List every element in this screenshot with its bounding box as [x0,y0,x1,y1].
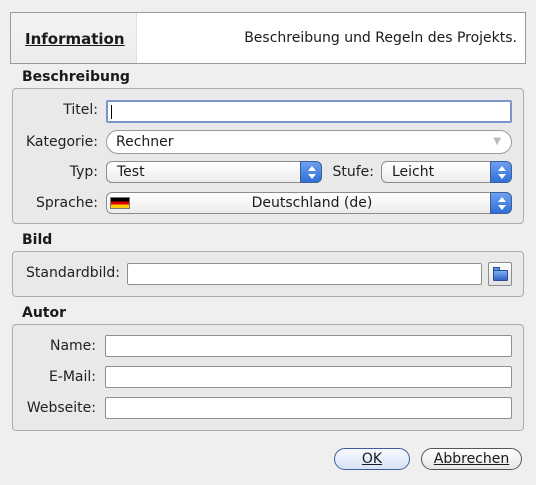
tab-information-label: Information [25,30,125,48]
level-value: Leicht [392,164,435,180]
section-title-bild: Bild [22,232,53,248]
category-value: Rechner [116,134,174,150]
cancel-button[interactable]: Abbrechen [421,448,522,470]
browse-image-button[interactable] [488,262,512,286]
cancel-button-label: Abbrechen [433,451,510,467]
language-label: Sprache: [35,195,98,211]
type-label: Typ: [69,164,98,180]
chevron-down-icon[interactable]: ▼ [493,136,501,147]
type-value: Test [117,164,145,180]
folder-open-icon [493,270,508,281]
section-title-autor: Autor [22,305,67,321]
german-flag-icon [110,197,130,209]
section-title-beschreibung: Beschreibung [22,69,130,85]
email-input[interactable] [105,366,512,388]
updown-arrows-icon[interactable] [490,161,512,183]
website-label: Webseite: [26,400,96,416]
level-select[interactable]: Leicht [381,161,512,183]
ok-button-label: OK [361,451,383,467]
category-label: Kategorie: [25,134,98,150]
default-image-label: Standardbild: [26,265,120,281]
tab-information[interactable]: Information [11,13,137,63]
category-combobox[interactable]: Rechner ▼ [106,130,512,154]
title-input[interactable] [106,100,512,123]
language-value: Deutschland (de) [251,195,373,211]
text-caret [111,105,112,119]
type-select[interactable]: Test [106,161,322,183]
default-image-input[interactable] [127,263,482,285]
name-label: Name: [49,338,96,354]
email-label: E-Mail: [48,369,96,385]
title-label: Titel: [63,102,98,118]
updown-arrows-icon[interactable] [490,192,512,214]
website-input[interactable] [105,397,512,419]
name-input[interactable] [105,335,512,357]
dialog-header: Information Beschreibung und Regeln des … [10,12,526,64]
updown-arrows-icon[interactable] [300,161,322,183]
header-description: Beschreibung und Regeln des Projekts. [244,30,517,46]
language-select[interactable]: Deutschland (de) [106,192,512,214]
ok-button[interactable]: OK [334,448,410,470]
level-label: Stufe: [332,164,374,180]
